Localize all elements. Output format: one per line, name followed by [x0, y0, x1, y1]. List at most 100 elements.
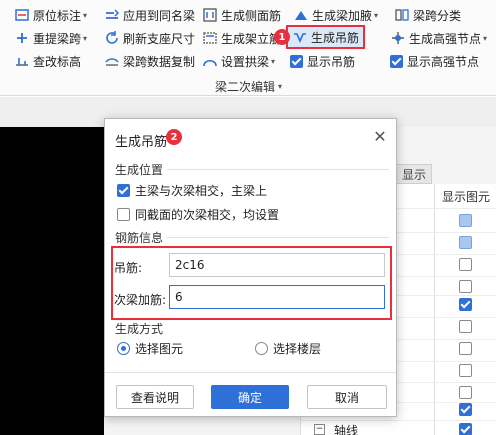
step-badge-1: 1	[274, 29, 290, 45]
radio-select-element-label: 选择图元	[135, 342, 184, 356]
radio-select-floor[interactable]: 选择楼层	[255, 340, 321, 357]
generate-side-rebar-button[interactable]: 生成侧面筋	[202, 4, 281, 26]
checkbox-checked-icon	[117, 184, 130, 197]
view-help-button[interactable]: 查看说明	[116, 385, 194, 409]
row-checkbox[interactable]	[459, 214, 472, 227]
generate-hanger-rebar-label: 生成吊筋	[311, 30, 360, 45]
row-checkbox[interactable]	[459, 258, 472, 271]
radio-select-floor-label: 选择楼层	[273, 342, 322, 356]
span-data-copy-label: 梁跨数据复制	[123, 54, 196, 69]
original-annotation-label: 原位标注	[33, 8, 82, 23]
row-checkbox[interactable]	[459, 236, 472, 249]
row-divider	[300, 420, 496, 421]
elevation-icon	[14, 53, 30, 69]
cancel-button[interactable]: 取消	[307, 385, 387, 409]
tree-collapse-toggle[interactable]: −	[314, 424, 325, 435]
show-hanger-rebar-checkbox[interactable]: 显示吊筋	[290, 50, 355, 72]
re-extract-span-button[interactable]: 重提梁跨 ▾	[14, 27, 87, 49]
chevron-down-icon: ▾	[483, 33, 488, 43]
generate-high-strength-node-label: 生成高强节点	[409, 31, 482, 46]
check-modify-elevation-label: 查改标高	[33, 54, 82, 69]
hanger-rebar-input[interactable]: 2c16	[169, 253, 385, 277]
generate-erect-rebar-button[interactable]: 生成架立筋	[202, 27, 281, 49]
radio-empty-icon	[255, 342, 268, 355]
generate-haunch-button[interactable]: 生成梁加腋 ▾	[293, 4, 378, 26]
re-extract-span-label: 重提梁跨	[33, 31, 82, 46]
chevron-down-icon: ▾	[374, 10, 379, 20]
section-generate-position: 生成位置	[115, 163, 164, 177]
show-high-strength-node-checkbox[interactable]: 显示高强节点	[390, 50, 479, 72]
chevron-down-icon: ▾	[83, 33, 88, 43]
original-annotation-button[interactable]: 原位标注 ▾	[14, 4, 87, 26]
span-classify-button[interactable]: 梁跨分类	[394, 4, 461, 26]
row-checkbox[interactable]	[459, 320, 472, 333]
apply-icon	[104, 7, 120, 23]
option-same-section-label: 同截面的次梁相交，均设置	[135, 208, 280, 222]
section-rebar-info: 钢筋信息	[115, 231, 164, 245]
option-same-section-intersect[interactable]: 同截面的次梁相交，均设置	[117, 206, 279, 223]
generate-haunch-label: 生成梁加腋	[312, 8, 373, 23]
generate-high-strength-node-button[interactable]: 生成高强节点 ▾	[390, 27, 487, 49]
close-icon[interactable]: ✕	[371, 128, 389, 146]
dialog-footer-divider	[105, 372, 396, 373]
radio-selected-icon	[117, 342, 130, 355]
option-main-secondary-intersect[interactable]: 主梁与次梁相交，主梁上	[117, 182, 267, 199]
refresh-support-size-button[interactable]: 刷新支座尺寸	[104, 27, 195, 49]
span-data-copy-button[interactable]: 梁跨数据复制	[104, 50, 195, 72]
chevron-down-icon: ▾	[278, 82, 283, 91]
row-checkbox[interactable]	[459, 386, 472, 399]
section-generate-method: 生成方式	[115, 322, 164, 336]
refresh-support-size-label: 刷新支座尺寸	[123, 31, 196, 46]
annotation-icon	[14, 7, 30, 23]
span-classify-label: 梁跨分类	[413, 8, 462, 23]
section-divider	[167, 169, 389, 170]
node-icon	[390, 30, 406, 46]
column-header-show-element: 显示图元	[441, 190, 490, 204]
step-badge-2: 2	[166, 129, 182, 145]
row-checkbox[interactable]	[459, 342, 472, 355]
checkbox-checked-icon	[290, 54, 303, 68]
apply-same-beam-button[interactable]: 应用到同名梁	[104, 4, 195, 26]
dialog-title: 生成吊筋	[115, 135, 168, 150]
check-modify-elevation-button[interactable]: 查改标高	[14, 50, 81, 72]
apply-same-beam-label: 应用到同名梁	[123, 8, 196, 23]
option-main-secondary-label: 主梁与次梁相交，主梁上	[135, 184, 268, 198]
haunch-icon	[293, 7, 309, 23]
chevron-down-icon: ▾	[271, 56, 276, 66]
show-hanger-rebar-label: 显示吊筋	[307, 54, 356, 69]
erect-rebar-icon	[202, 30, 218, 46]
row-checkbox-checked[interactable]	[459, 403, 472, 416]
secondary-beam-rebar-label: 次梁加筋:	[114, 293, 167, 307]
checkbox-empty-icon	[117, 208, 130, 221]
refresh-icon	[104, 30, 120, 46]
row-checkbox[interactable]	[459, 364, 472, 377]
radio-select-element[interactable]: 选择图元	[117, 340, 183, 357]
arch-icon	[202, 53, 218, 69]
section-divider	[167, 237, 389, 238]
respan-icon	[14, 30, 30, 46]
ribbon-toolbar: 原位标注 ▾ 应用到同名梁 生成侧面筋 生成梁加腋 ▾ 梁跨分类 重提梁跨 ▾ 刷新支…	[0, 0, 496, 96]
row-checkbox[interactable]	[459, 280, 472, 293]
hanger-rebar-label: 吊筋:	[114, 261, 143, 275]
tree-item-axis[interactable]: 轴线	[334, 422, 358, 435]
group-label-text: 梁二次编辑	[215, 80, 276, 94]
row-checkbox-checked[interactable]	[459, 423, 472, 435]
ok-button[interactable]: 确定	[211, 385, 289, 409]
ribbon-group-label[interactable]: 梁二次编辑 ▾	[215, 78, 282, 95]
tab-display[interactable]: 显示	[396, 164, 432, 184]
set-arch-beam-label: 设置拱梁	[221, 54, 270, 69]
row-checkbox-checked[interactable]	[459, 298, 472, 311]
side-rebar-icon	[202, 7, 218, 23]
generate-side-rebar-label: 生成侧面筋	[221, 8, 282, 23]
hanger-rebar-icon	[292, 29, 308, 45]
checkbox-checked-icon	[390, 54, 403, 68]
generate-hanger-rebar-button[interactable]: 生成吊筋	[286, 25, 366, 49]
copy-icon	[104, 53, 120, 69]
set-arch-beam-button[interactable]: 设置拱梁 ▾	[202, 50, 275, 72]
generate-erect-rebar-label: 生成架立筋	[221, 31, 282, 46]
show-high-strength-node-label: 显示高强节点	[407, 54, 480, 69]
column-divider	[434, 184, 435, 435]
secondary-beam-rebar-input[interactable]: 6	[169, 285, 385, 309]
chevron-down-icon: ▾	[83, 10, 88, 20]
drawing-canvas[interactable]	[0, 127, 104, 435]
